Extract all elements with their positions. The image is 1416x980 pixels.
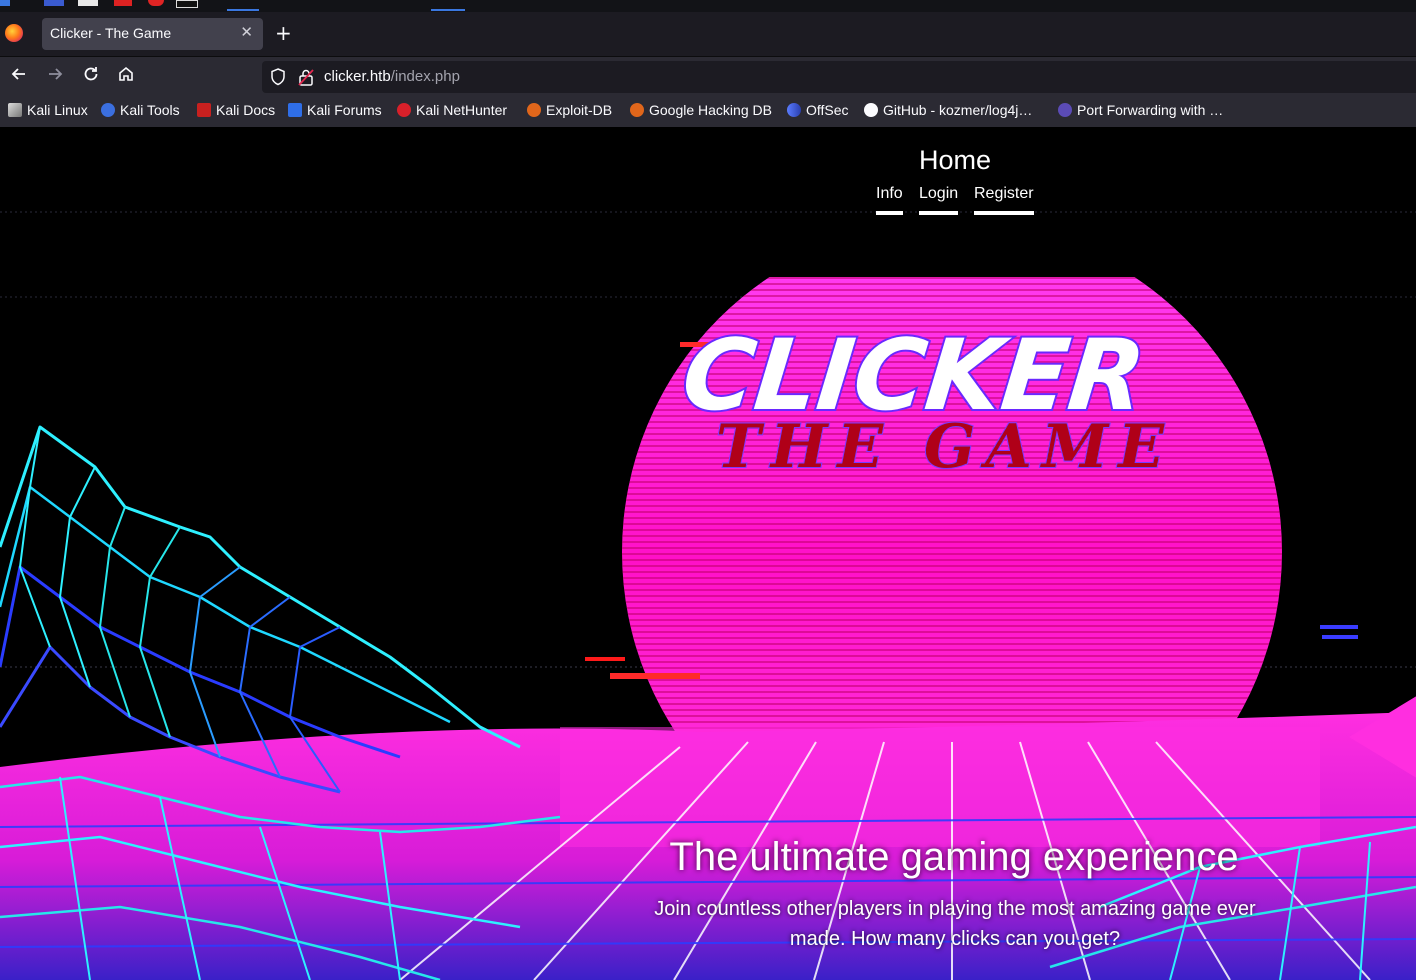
os-taskbar-strip xyxy=(0,0,1416,12)
offsec-icon xyxy=(787,103,801,117)
web-page: CLICKER THE GAME Home Info Login Registe… xyxy=(0,127,1416,980)
url-path: /index.php xyxy=(390,68,460,85)
firefox-icon[interactable] xyxy=(5,24,23,42)
kali-dragon-icon xyxy=(8,103,22,117)
bookmark-google-hacking-db[interactable]: Google Hacking DB xyxy=(630,102,772,118)
bookmark-label: Exploit-DB xyxy=(546,102,613,118)
bookmark-kali-nethunter[interactable]: Kali NetHunter xyxy=(397,102,507,118)
taskbar-app-icon[interactable] xyxy=(114,0,132,6)
bookmark-port-forwarding[interactable]: Port Forwarding with … xyxy=(1058,102,1223,118)
kali-forums-icon xyxy=(288,103,302,117)
bookmark-label: OffSec xyxy=(806,102,849,118)
reload-icon[interactable] xyxy=(80,65,102,87)
taskbar-active-indicator xyxy=(227,9,259,11)
bookmark-github-log4j[interactable]: GitHub - kozmer/log4j… xyxy=(864,102,1032,118)
hero-headline: The ultimate gaming experience xyxy=(669,835,1239,879)
bookmark-label: Kali NetHunter xyxy=(416,102,508,118)
bookmark-label: Kali Forums xyxy=(307,102,382,118)
bookmark-kali-tools[interactable]: Kali Tools xyxy=(101,102,180,118)
bookmark-label: GitHub - kozmer/log4j… xyxy=(883,102,1033,118)
bug-icon xyxy=(1058,103,1072,117)
url-bar[interactable]: clicker.htb/index.php xyxy=(262,61,1416,93)
page-title: Home xyxy=(918,145,992,175)
bookmarks-toolbar: Kali Linux Kali Tools Kali Docs Kali For… xyxy=(0,97,1416,127)
taskbar-active-indicator xyxy=(431,9,465,11)
bookmark-label: Kali Docs xyxy=(216,102,276,118)
nethunter-icon xyxy=(397,103,411,117)
bookmark-label: Port Forwarding with … xyxy=(1077,102,1224,118)
taskbar-app-icon[interactable] xyxy=(176,0,198,8)
nav-link-login[interactable]: Login xyxy=(919,185,959,215)
bookmark-kali-linux[interactable]: Kali Linux xyxy=(8,102,88,118)
kali-tools-icon xyxy=(101,103,115,117)
forward-arrow-icon[interactable] xyxy=(44,65,66,87)
nav-link-info[interactable]: Info xyxy=(876,185,903,215)
browser-nav-bar: clicker.htb/index.php xyxy=(0,56,1416,97)
home-icon[interactable] xyxy=(115,65,137,87)
browser-tab-active[interactable]: Clicker - The Game ✕ xyxy=(42,18,263,50)
insecure-lock-icon[interactable] xyxy=(298,68,314,90)
exploit-db-icon xyxy=(527,103,541,117)
bookmark-offsec[interactable]: OffSec xyxy=(787,102,849,118)
clicker-logo: CLICKER THE GAME xyxy=(675,317,1174,483)
bookmark-exploit-db[interactable]: Exploit-DB xyxy=(527,102,612,118)
tab-close-icon[interactable]: ✕ xyxy=(240,23,253,41)
back-arrow-icon[interactable] xyxy=(8,65,30,87)
nav-link-register[interactable]: Register xyxy=(974,185,1034,215)
bookmark-label: Kali Tools xyxy=(120,102,180,118)
bookmark-kali-docs[interactable]: Kali Docs xyxy=(197,102,275,118)
bookmark-kali-forums[interactable]: Kali Forums xyxy=(288,102,382,118)
bookmark-label: Kali Linux xyxy=(27,102,88,118)
new-tab-button[interactable]: + xyxy=(275,21,292,45)
url-text[interactable]: clicker.htb/index.php xyxy=(324,68,460,85)
browser-tab-bar: Clicker - The Game ✕ + xyxy=(0,12,1416,56)
tab-title: Clicker - The Game xyxy=(50,25,172,41)
ghdb-icon xyxy=(630,103,644,117)
taskbar-app-icon[interactable] xyxy=(148,0,164,6)
url-host: clicker.htb xyxy=(324,68,391,85)
taskbar-app-icon[interactable] xyxy=(78,0,98,6)
taskbar-app-icon[interactable] xyxy=(44,0,64,6)
logo-sub-text: THE GAME xyxy=(716,412,1174,482)
kali-docs-icon xyxy=(197,103,211,117)
hero-lead-text: Join countless other players in playing … xyxy=(654,898,1256,950)
bookmark-label: Google Hacking DB xyxy=(649,102,772,118)
taskbar-app-icon[interactable] xyxy=(0,0,10,6)
shield-icon[interactable] xyxy=(270,68,286,90)
github-icon xyxy=(864,103,878,117)
